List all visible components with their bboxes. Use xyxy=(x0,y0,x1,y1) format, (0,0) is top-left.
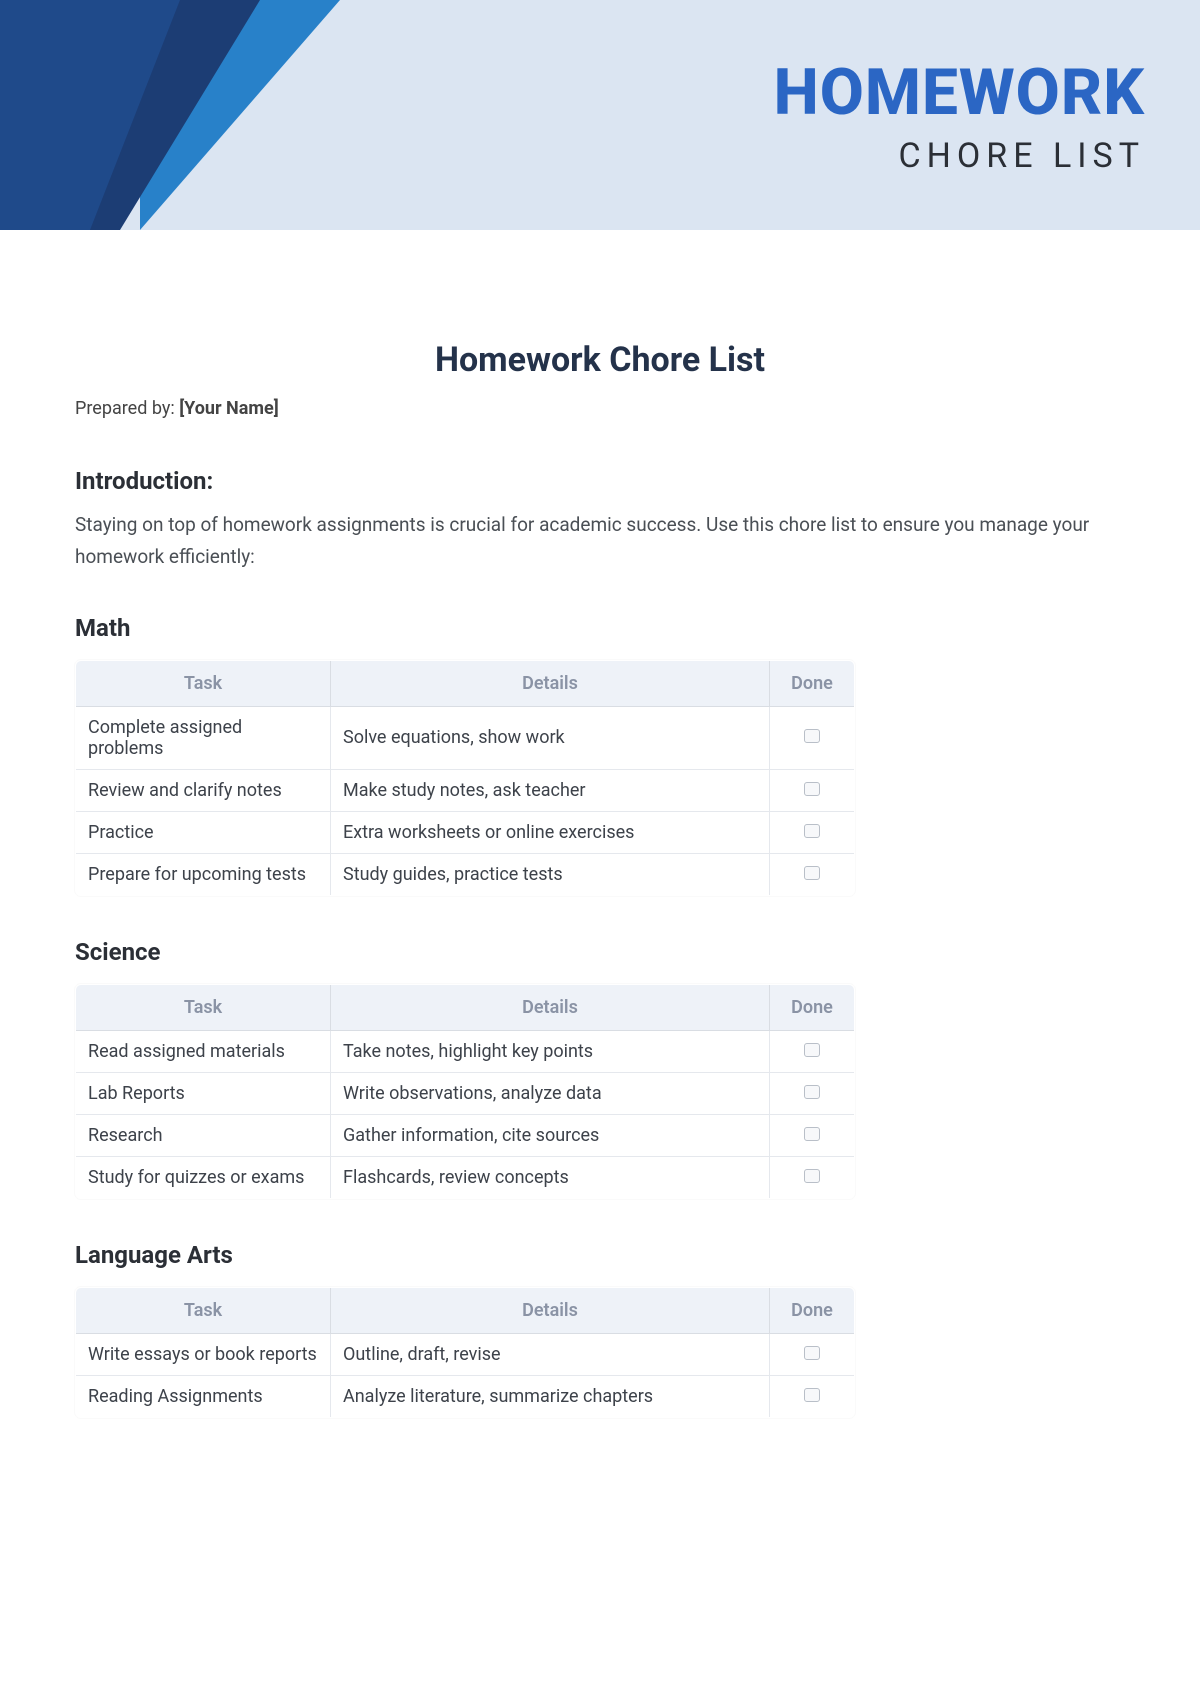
details-cell: Outline, draft, revise xyxy=(331,1333,770,1375)
subject-table-wrap: TaskDetailsDoneWrite essays or book repo… xyxy=(75,1287,1125,1418)
task-cell: Research xyxy=(76,1114,331,1156)
col-head-details: Details xyxy=(331,1287,770,1333)
details-cell: Make study notes, ask teacher xyxy=(331,769,770,811)
banner-shape xyxy=(0,0,180,230)
prepared-value: [Your Name] xyxy=(179,398,279,419)
task-cell: Reading Assignments xyxy=(76,1375,331,1417)
table-row: Complete assigned problemsSolve equation… xyxy=(76,706,855,769)
task-cell: Write essays or book reports xyxy=(76,1333,331,1375)
task-cell: Complete assigned problems xyxy=(76,706,331,769)
details-cell: Study guides, practice tests xyxy=(331,853,770,895)
done-cell xyxy=(770,1114,855,1156)
col-head-done: Done xyxy=(770,660,855,706)
done-cell xyxy=(770,706,855,769)
details-cell: Flashcards, review concepts xyxy=(331,1156,770,1198)
table-row: Reading AssignmentsAnalyze literature, s… xyxy=(76,1375,855,1417)
done-checkbox[interactable] xyxy=(804,782,820,796)
details-cell: Gather information, cite sources xyxy=(331,1114,770,1156)
done-cell xyxy=(770,1072,855,1114)
table-row: Prepare for upcoming testsStudy guides, … xyxy=(76,853,855,895)
header-banner: HOMEWORK CHORE LIST xyxy=(0,0,1200,230)
banner-text: HOMEWORK CHORE LIST xyxy=(774,55,1145,176)
subject-table: TaskDetailsDoneComplete assigned problem… xyxy=(75,660,855,896)
done-checkbox[interactable] xyxy=(804,824,820,838)
page-body: Homework Chore List Prepared by: [Your N… xyxy=(0,230,1200,1418)
intro-text: Staying on top of homework assignments i… xyxy=(75,509,1125,574)
done-checkbox[interactable] xyxy=(804,1346,820,1360)
done-checkbox[interactable] xyxy=(804,1169,820,1183)
task-cell: Review and clarify notes xyxy=(76,769,331,811)
table-row: Lab ReportsWrite observations, analyze d… xyxy=(76,1072,855,1114)
done-checkbox[interactable] xyxy=(804,1085,820,1099)
details-cell: Write observations, analyze data xyxy=(331,1072,770,1114)
table-row: Review and clarify notesMake study notes… xyxy=(76,769,855,811)
col-head-task: Task xyxy=(76,984,331,1030)
done-checkbox[interactable] xyxy=(804,866,820,880)
subject-table: TaskDetailsDoneRead assigned materialsTa… xyxy=(75,984,855,1199)
table-row: Write essays or book reportsOutline, dra… xyxy=(76,1333,855,1375)
subject-table: TaskDetailsDoneWrite essays or book repo… xyxy=(75,1287,855,1418)
done-cell xyxy=(770,811,855,853)
col-head-done: Done xyxy=(770,984,855,1030)
banner-title: HOMEWORK xyxy=(774,55,1145,130)
banner-subtitle: CHORE LIST xyxy=(774,136,1145,176)
done-cell xyxy=(770,853,855,895)
details-cell: Analyze literature, summarize chapters xyxy=(331,1375,770,1417)
done-cell xyxy=(770,1375,855,1417)
done-checkbox[interactable] xyxy=(804,1388,820,1402)
col-head-details: Details xyxy=(331,660,770,706)
col-head-done: Done xyxy=(770,1287,855,1333)
details-cell: Solve equations, show work xyxy=(331,706,770,769)
details-cell: Take notes, highlight key points xyxy=(331,1030,770,1072)
subject-heading: Science xyxy=(75,938,1125,966)
col-head-task: Task xyxy=(76,660,331,706)
col-head-task: Task xyxy=(76,1287,331,1333)
table-row: PracticeExtra worksheets or online exerc… xyxy=(76,811,855,853)
subject-heading: Language Arts xyxy=(75,1241,1125,1269)
details-cell: Extra worksheets or online exercises xyxy=(331,811,770,853)
done-cell xyxy=(770,1030,855,1072)
task-cell: Practice xyxy=(76,811,331,853)
intro-heading: Introduction: xyxy=(75,467,1125,495)
table-row: Read assigned materialsTake notes, highl… xyxy=(76,1030,855,1072)
done-cell xyxy=(770,769,855,811)
col-head-details: Details xyxy=(331,984,770,1030)
task-cell: Study for quizzes or exams xyxy=(76,1156,331,1198)
subject-heading: Math xyxy=(75,614,1125,642)
done-checkbox[interactable] xyxy=(804,1043,820,1057)
page-title: Homework Chore List xyxy=(75,340,1125,380)
prepared-label: Prepared by: xyxy=(75,398,179,419)
task-cell: Lab Reports xyxy=(76,1072,331,1114)
task-cell: Prepare for upcoming tests xyxy=(76,853,331,895)
prepared-by: Prepared by: [Your Name] xyxy=(75,398,1125,419)
subject-table-wrap: TaskDetailsDoneComplete assigned problem… xyxy=(75,660,1125,896)
done-checkbox[interactable] xyxy=(804,1127,820,1141)
done-cell xyxy=(770,1333,855,1375)
subject-table-wrap: TaskDetailsDoneRead assigned materialsTa… xyxy=(75,984,1125,1199)
table-row: Study for quizzes or examsFlashcards, re… xyxy=(76,1156,855,1198)
task-cell: Read assigned materials xyxy=(76,1030,331,1072)
done-checkbox[interactable] xyxy=(804,729,820,743)
table-row: ResearchGather information, cite sources xyxy=(76,1114,855,1156)
done-cell xyxy=(770,1156,855,1198)
